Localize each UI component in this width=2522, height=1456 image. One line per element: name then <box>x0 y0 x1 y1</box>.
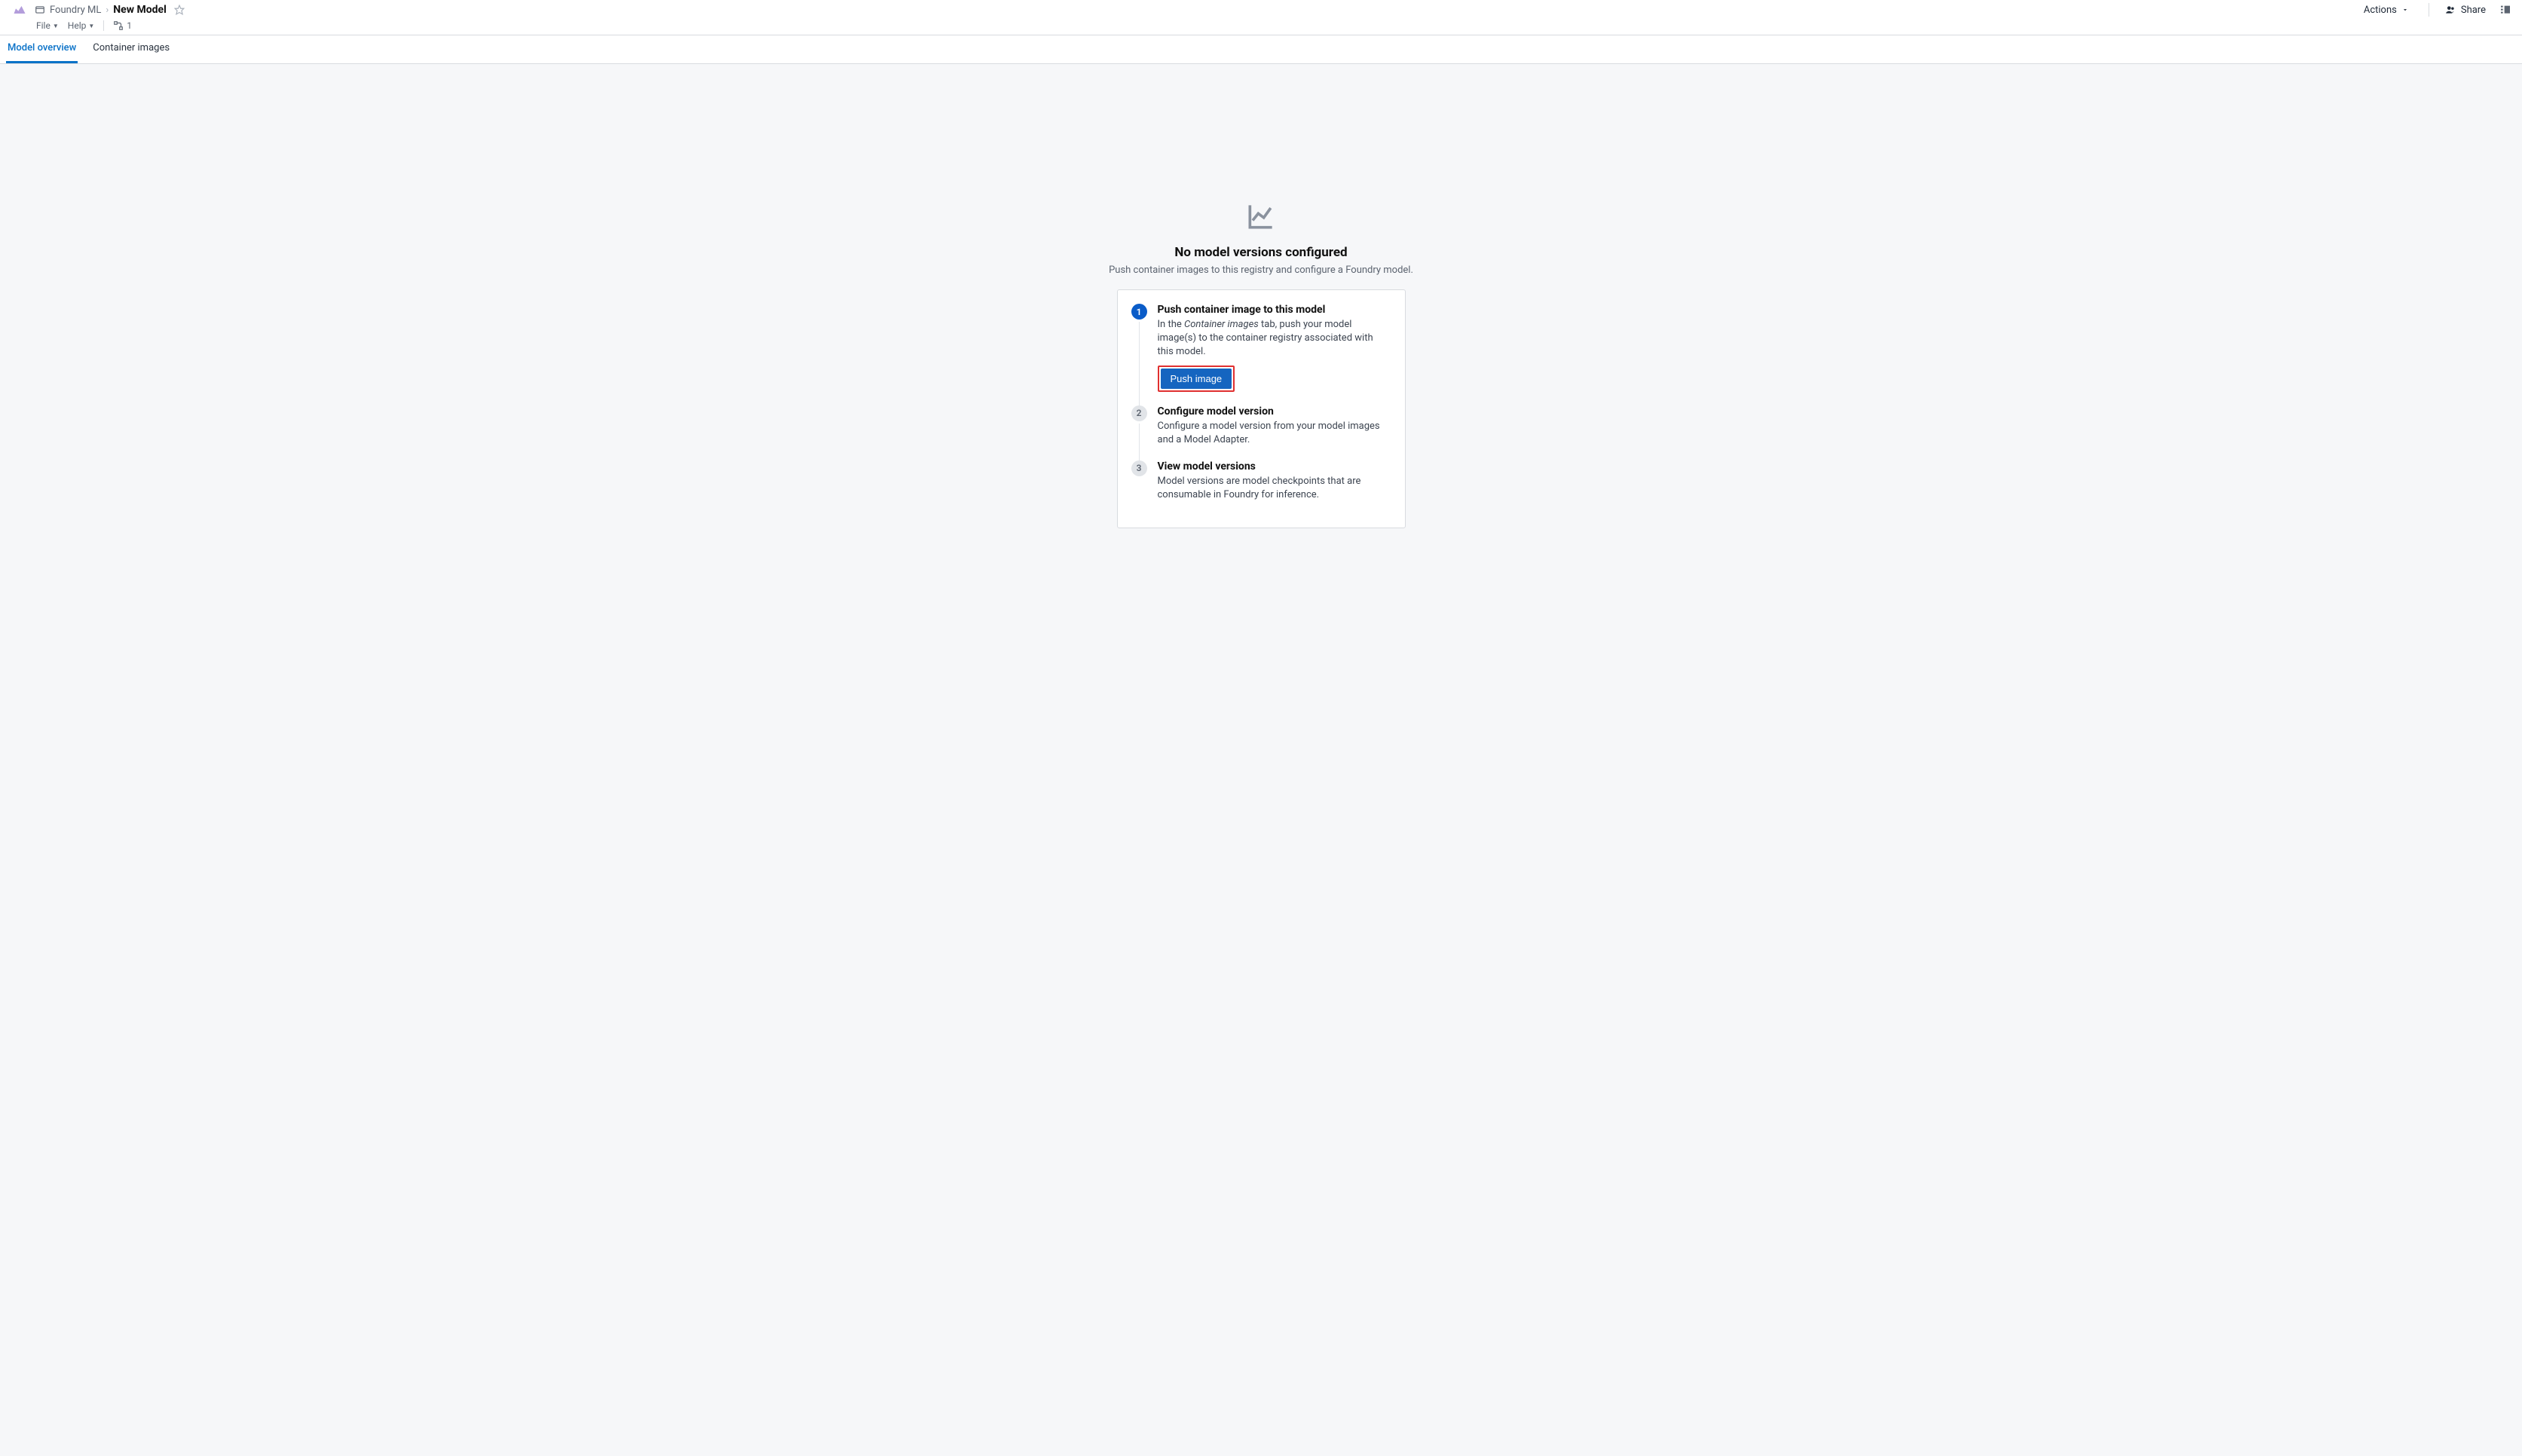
push-image-highlight: Push image <box>1158 366 1235 392</box>
step-title: Push container image to this model <box>1158 304 1391 316</box>
file-menu-label: File <box>36 20 51 31</box>
chevron-down-icon <box>2401 6 2409 14</box>
step-body: View model versions Model versions are m… <box>1158 460 1391 502</box>
step-title: Configure model version <box>1158 405 1391 418</box>
step-description: Model versions are model checkpoints tha… <box>1158 475 1391 502</box>
push-image-button[interactable]: Push image <box>1161 369 1232 389</box>
step-3: 3 View model versions Model versions are… <box>1131 460 1391 502</box>
tab-model-overview[interactable]: Model overview <box>6 35 78 63</box>
favorite-star-icon[interactable] <box>174 5 185 15</box>
step-desc-emphasis: Container images <box>1184 319 1259 330</box>
chart-line-icon <box>1244 200 1278 236</box>
header-sub-row: File ▼ Help ▼ 1 <box>0 20 2522 35</box>
app-header: Foundry ML › New Model Actions Share Fil… <box>0 0 2522 35</box>
people-icon <box>2444 5 2456 15</box>
empty-state-title: No model versions configured <box>1174 245 1347 260</box>
step-number-badge: 3 <box>1131 460 1147 476</box>
help-menu[interactable]: Help ▼ <box>68 20 95 31</box>
lineage-graph-button[interactable]: 1 <box>113 20 132 31</box>
breadcrumb: Foundry ML › New Model <box>35 4 2353 16</box>
app-logo-icon[interactable] <box>11 1 29 19</box>
step-2: 2 Configure model version Configure a mo… <box>1131 405 1391 460</box>
caret-down-icon: ▼ <box>88 23 94 29</box>
graph-count-value: 1 <box>127 20 132 31</box>
graph-icon <box>113 20 124 31</box>
breadcrumb-parent[interactable]: Foundry ML <box>50 5 101 16</box>
breadcrumb-separator: › <box>106 5 109 16</box>
panel-toggle-icon[interactable] <box>2499 4 2511 16</box>
step-1: 1 Push container image to this model In … <box>1131 304 1391 405</box>
empty-state-subtitle: Push container images to this registry a… <box>1109 265 1413 276</box>
divider <box>103 20 104 31</box>
step-number-badge: 2 <box>1131 405 1147 421</box>
caret-down-icon: ▼ <box>53 23 59 29</box>
folder-icon <box>35 5 45 15</box>
main-content: No model versions configured Push contai… <box>0 64 2522 1452</box>
step-number-badge: 1 <box>1131 304 1147 320</box>
step-desc-text: In the <box>1158 319 1184 330</box>
file-menu[interactable]: File ▼ <box>36 20 59 31</box>
steps-card: 1 Push container image to this model In … <box>1117 289 1406 528</box>
share-button[interactable]: Share <box>2444 5 2486 16</box>
header-top-row: Foundry ML › New Model Actions Share <box>0 0 2522 20</box>
step-body: Push container image to this model In th… <box>1158 304 1391 392</box>
actions-dropdown[interactable]: Actions <box>2359 3 2413 17</box>
breadcrumb-current: New Model <box>113 4 167 16</box>
step-body: Configure model version Configure a mode… <box>1158 405 1391 447</box>
actions-label: Actions <box>2364 5 2397 16</box>
share-label: Share <box>2461 5 2486 16</box>
step-description: In the Container images tab, push your m… <box>1158 318 1391 359</box>
tab-bar: Model overview Container images <box>0 35 2522 64</box>
step-title: View model versions <box>1158 460 1391 473</box>
help-menu-label: Help <box>68 20 87 31</box>
tab-container-images[interactable]: Container images <box>91 35 171 63</box>
step-description: Configure a model version from your mode… <box>1158 420 1391 447</box>
